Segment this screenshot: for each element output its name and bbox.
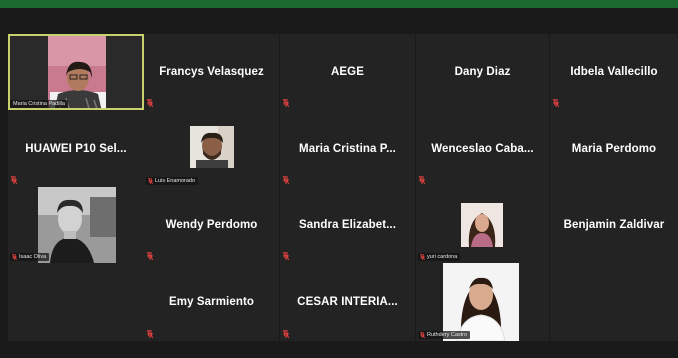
- participant-tile-idbela-vallecillo[interactable]: Idbela Vallecillo: [550, 34, 678, 110]
- muted-mic-icon: [419, 176, 425, 184]
- muted-mic-icon: [147, 252, 153, 260]
- participant-tile-sandra-elizabeth[interactable]: Sandra Elizabet...: [280, 187, 415, 263]
- participant-video: [190, 126, 234, 168]
- muted-mic-icon: [148, 178, 153, 184]
- participant-name: Sandra Elizabet...: [298, 219, 397, 231]
- empty-tile: [8, 263, 144, 341]
- participant-video: [38, 187, 116, 263]
- muted-mic-icon: [283, 252, 289, 260]
- muted-mic-icon: [11, 176, 17, 184]
- muted-mic-icon: [553, 99, 559, 107]
- muted-mic-icon: [420, 254, 425, 260]
- participant-tile-aege[interactable]: AEGE: [280, 34, 415, 110]
- participant-name: Francys Velasquez: [159, 66, 264, 78]
- participant-name-label: Luis Enamorado: [146, 177, 199, 185]
- meeting-top-bar: [0, 0, 678, 8]
- empty-tile: [550, 263, 678, 341]
- participant-tile-wenceslao[interactable]: Wenceslao Caba...: [416, 110, 549, 187]
- muted-mic-icon: [12, 254, 17, 260]
- participant-tile-wendy-perdomo[interactable]: Wendy Perdomo: [144, 187, 279, 263]
- participant-tile-ruthdery-castro[interactable]: Ruthdery Castro: [416, 263, 549, 341]
- video-gallery-grid: Maria Cristina Padilla Francys Velasquez…: [0, 8, 678, 358]
- participant-name-label: Ruthdery Castro: [418, 331, 471, 339]
- muted-mic-icon: [283, 99, 289, 107]
- participant-name: CESAR INTERIA...: [297, 296, 398, 308]
- participant-tile-emy-sarmiento[interactable]: Emy Sarmiento: [144, 263, 279, 341]
- participant-tile-maria-cristina-p[interactable]: Maria Cristina P...: [280, 110, 415, 187]
- muted-mic-icon: [283, 330, 289, 338]
- participant-name: Idbela Vallecillo: [570, 66, 658, 78]
- participant-name: Maria Perdomo: [571, 142, 657, 155]
- participant-name: Wendy Perdomo: [165, 219, 258, 231]
- participant-video: [443, 263, 519, 341]
- muted-mic-icon: [283, 176, 289, 184]
- participant-name: Wenceslao Caba...: [431, 142, 534, 155]
- participant-name-label: Maria Cristina Padilla: [10, 100, 68, 108]
- participant-tile-huawei-p10[interactable]: HUAWEI P10 Sel...: [8, 110, 144, 187]
- participant-tile-benjamin-zaldivar[interactable]: Benjamin Zaldivar: [550, 187, 678, 263]
- participant-name-label: yuri cardona: [418, 253, 461, 261]
- participant-tile-luis-enamorado[interactable]: Luis Enamorado: [144, 110, 279, 187]
- participant-tile-maria-cristina-padilla[interactable]: Maria Cristina Padilla: [8, 34, 144, 110]
- participant-name: AEGE: [331, 66, 364, 78]
- participant-tile-cesar-interia[interactable]: CESAR INTERIA...: [280, 263, 415, 341]
- muted-mic-icon: [420, 332, 425, 338]
- muted-mic-icon: [147, 99, 153, 107]
- participant-tile-yuri-cardona[interactable]: yuri cardona: [416, 187, 549, 263]
- participant-video: [461, 203, 503, 247]
- participant-tile-dany-diaz[interactable]: Dany Diaz: [416, 34, 549, 110]
- participant-video: [10, 36, 142, 108]
- muted-mic-icon: [147, 330, 153, 338]
- participant-tile-isaac-oliva[interactable]: Isaac Oliva: [8, 187, 144, 263]
- participant-name: Dany Diaz: [454, 66, 511, 78]
- participant-tile-francys-velasquez[interactable]: Francys Velasquez: [144, 34, 279, 110]
- participant-name: Benjamin Zaldivar: [563, 219, 665, 231]
- participant-name: Emy Sarmiento: [168, 296, 255, 308]
- participant-tile-maria-perdomo[interactable]: Maria Perdomo: [550, 110, 678, 187]
- participant-name: HUAWEI P10 Sel...: [25, 142, 127, 155]
- participant-name: Maria Cristina P...: [299, 142, 396, 155]
- participant-name-label: Isaac Oliva: [10, 253, 50, 261]
